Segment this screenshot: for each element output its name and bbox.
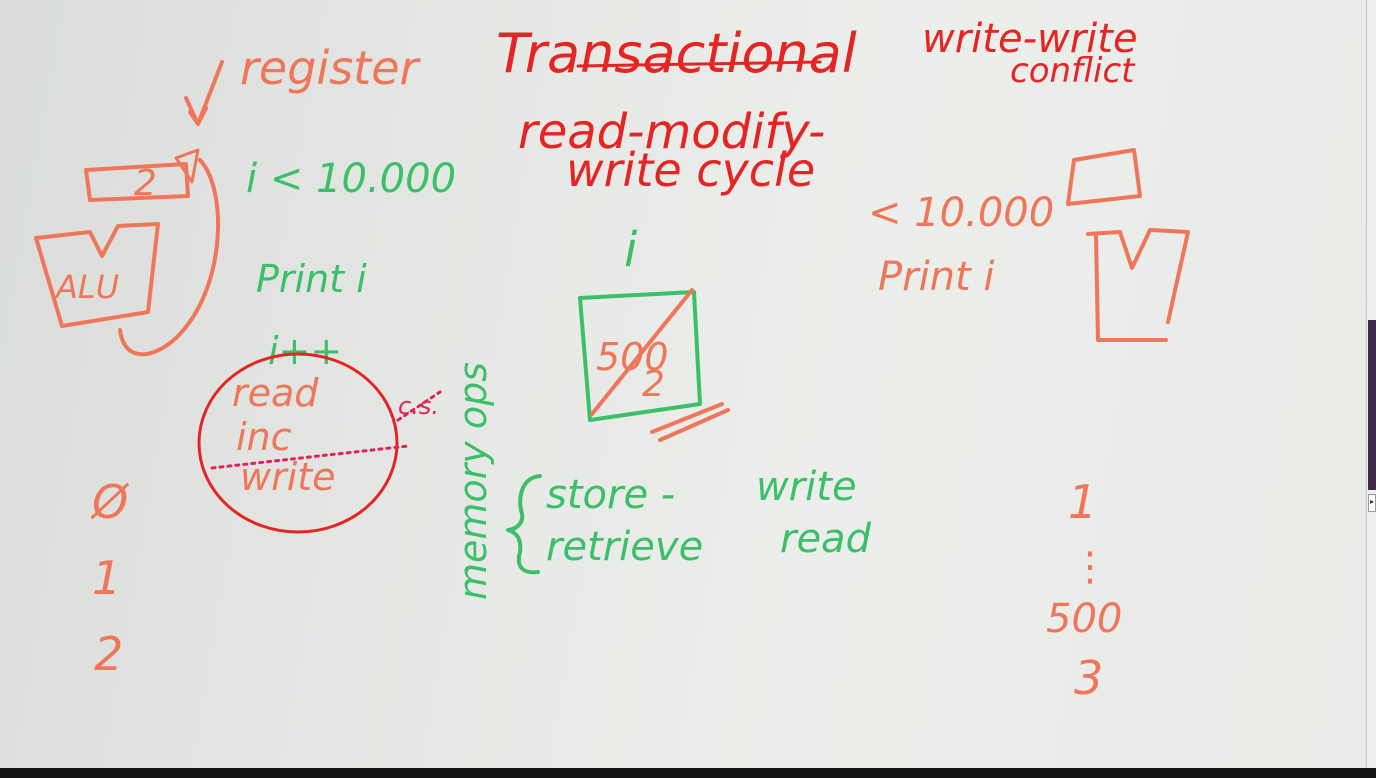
- right-seq-2: 500: [1046, 596, 1122, 642]
- scrollbar-thumb[interactable]: [1368, 320, 1376, 490]
- memory-retrieve-meaning: read: [780, 516, 872, 562]
- title-write-cycle: write cycle: [566, 143, 815, 197]
- loop-condition: i < 10.000: [246, 156, 456, 202]
- register-value: 2: [134, 163, 157, 204]
- right-thread-condition: < 10.000: [868, 190, 1054, 236]
- memory-ops-label: memory ops: [451, 362, 495, 600]
- right-register-box: [1066, 148, 1142, 206]
- right-thread-print: Print i: [878, 254, 995, 300]
- register-label: register: [240, 41, 421, 95]
- loop-increment: i++: [268, 329, 342, 373]
- rmw-read: read: [232, 371, 319, 415]
- whiteboard-drawing: Transactional read-modify- write cycle w…: [34, 16, 1190, 705]
- rmw-inc: inc: [236, 415, 292, 459]
- bottom-bar: [0, 768, 1376, 778]
- memory-new-value: 2: [642, 364, 665, 405]
- loop-print: Print i: [256, 257, 367, 301]
- register-arrow: [184, 60, 224, 126]
- right-alu-shape: [1086, 228, 1190, 342]
- memory-retrieve: retrieve: [546, 524, 703, 570]
- left-seq-1: 1: [92, 551, 121, 605]
- right-seq-1: ⋮: [1070, 544, 1110, 590]
- title-transactional: Transactional: [496, 22, 857, 85]
- alu-label: ALU: [54, 268, 119, 306]
- right-seq-0: 1: [1068, 475, 1097, 529]
- memory-store-meaning: write: [756, 464, 857, 510]
- critical-section-label: c.s.: [398, 392, 439, 420]
- rmw-write: write: [240, 455, 336, 499]
- memory-ops-brace: [506, 474, 542, 575]
- right-seq-3: 3: [1074, 651, 1103, 705]
- conflict-line2: conflict: [1010, 51, 1136, 91]
- vertical-scrollbar[interactable]: ▸: [1366, 0, 1376, 768]
- scroll-arrow-icon[interactable]: ▸: [1368, 494, 1376, 512]
- left-seq-2: 2: [94, 627, 123, 681]
- memory-store: store -: [546, 472, 675, 518]
- memory-variable: i: [624, 222, 638, 278]
- left-seq-0: Ø: [90, 475, 130, 529]
